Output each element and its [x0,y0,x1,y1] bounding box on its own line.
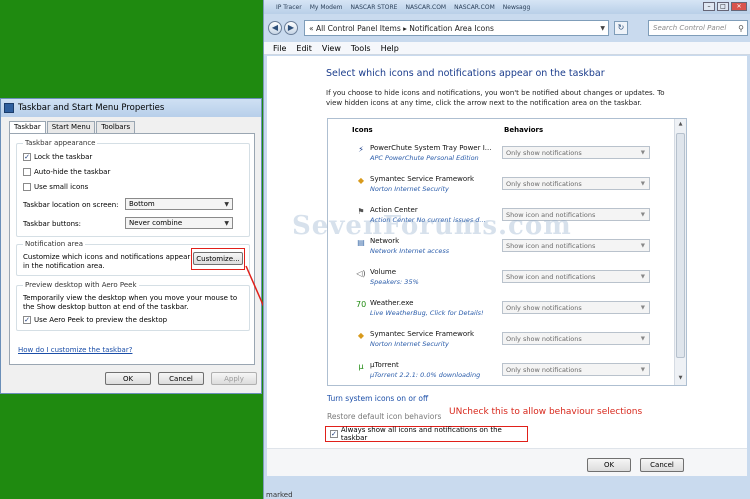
app-icon: ◁) [356,269,366,278]
address-bar[interactable]: « All Control Panel Items ▸ Notification… [304,20,609,36]
status-text: marked [266,491,293,499]
minimize-icon[interactable]: – [703,2,715,11]
maximize-icon[interactable]: □ [717,2,729,11]
behavior-value: Show icon and notifications [506,241,596,250]
browser-tab[interactable]: NASCAR.COM [454,4,495,11]
row-app-subtitle: Live WeatherBug, Click for Details! [370,309,484,317]
row-app-name: Symantec Service Framework [370,175,475,183]
address-text: « All Control Panel Items ▸ Notification… [309,23,494,33]
app-icon: ◆ [357,331,365,340]
row-app-subtitle: µTorrent 2.2.1: 0.0% downloading [370,371,481,379]
chevron-down-icon[interactable]: ▼ [600,25,605,32]
table-row: ◆ Symantec Service Framework Norton Intern… [328,325,674,356]
row-app-name: µTorrent [370,361,399,369]
chevron-down-icon: ▼ [640,304,645,311]
chevron-down-icon: ▼ [640,273,645,280]
refresh-icon[interactable]: ↻ [614,21,628,35]
menu-bar: File Edit View Tools Help [264,42,750,55]
behavior-value: Only show notifications [506,365,582,374]
row-app-name: Volume [370,268,397,276]
browser-tab[interactable]: My Modem [310,4,343,11]
menu-edit[interactable]: Edit [296,44,312,53]
page-description: If you choose to hide icons and notifica… [326,89,665,107]
vertical-scrollbar[interactable]: ▲ ▼ [674,119,686,385]
row-app-subtitle: Norton Internet Security [370,340,449,348]
menu-view[interactable]: View [322,44,341,53]
page-title: Select which icons and notifications app… [326,68,605,79]
row-app-name: Weather.exe [370,299,414,307]
chevron-down-icon: ▼ [640,149,645,156]
row-app-subtitle: APC PowerChute Personal Edition [370,154,479,162]
watermark: SevenForums.com [292,211,572,241]
checkbox-label: Always show all icons and notifications … [340,426,502,442]
menu-help[interactable]: Help [381,44,399,53]
menu-tools[interactable]: Tools [351,44,371,53]
row-app-name: PowerChute System Tray Power I... [370,144,492,152]
browser-tabs-bar: IP Tracer My Modem NASCAR STORE NASCAR.C… [264,0,750,14]
row-app-subtitle: Speakers: 35% [370,278,419,286]
cancel-button[interactable]: Cancel [640,458,684,472]
scroll-down-icon[interactable]: ▼ [676,375,685,385]
scroll-up-icon[interactable]: ▲ [676,121,685,131]
status-strip: marked [264,478,750,499]
behavior-value: Only show notifications [506,303,582,312]
chevron-down-icon: ▼ [640,335,645,342]
app-icon: 70 [356,300,367,309]
scroll-thumb[interactable] [676,133,685,358]
chevron-down-icon: ▼ [640,211,645,218]
app-icon: ◆ [357,176,365,185]
behavior-select[interactable]: Only show notifications ▼ [502,363,650,376]
control-panel-window: IP Tracer My Modem NASCAR STORE NASCAR.C… [263,0,750,499]
back-arrow-icon[interactable]: ◀ [268,21,282,35]
row-app-subtitle: Norton Internet Security [370,185,449,193]
chevron-down-icon: ▼ [640,366,645,373]
ok-button[interactable]: OK [587,458,631,472]
behavior-value: Only show notifications [506,334,582,343]
behavior-value: Only show notifications [506,179,582,188]
behavior-select[interactable]: Only show notifications ▼ [502,146,650,159]
checkmark-icon: ✓ [330,430,338,438]
row-app-subtitle: Network Internet access [370,247,450,255]
browser-tab[interactable]: NASCAR.COM [405,4,446,11]
table-row: µ µTorrent µTorrent 2.2.1: 0.0% downloadin… [328,356,674,385]
browser-tab[interactable]: Newsagg [503,4,531,11]
chevron-down-icon: ▼ [640,180,645,187]
address-bar-row: ◀ ▶ « All Control Panel Items ▸ Notifica… [268,18,748,38]
app-icon: µ [358,362,364,371]
forward-arrow-icon[interactable]: ▶ [284,21,298,35]
table-header: Icons Behaviors [328,119,674,139]
restore-default-link[interactable]: Restore default icon behaviors [327,412,441,421]
column-icons: Icons [352,126,373,134]
close-icon[interactable]: ✕ [731,2,747,11]
search-icon[interactable]: ⚲ [738,24,744,33]
content-area: Select which icons and notifications app… [267,56,747,476]
behavior-value: Show icon and notifications [506,272,596,281]
behavior-select[interactable]: Show icon and notifications ▼ [502,270,650,283]
behavior-select[interactable]: Only show notifications ▼ [502,177,650,190]
button-bar: OK Cancel [267,448,747,476]
menu-file[interactable]: File [273,44,286,53]
browser-tab[interactable]: IP Tracer [276,4,302,11]
row-app-name: Symantec Service Framework [370,330,475,338]
icons-table: Icons Behaviors ⚡ PowerChute System Tray … [327,118,687,386]
behavior-select[interactable]: Only show notifications ▼ [502,332,650,345]
window-controls: – □ ✕ [701,2,747,11]
table-row: 70 Weather.exe Live WeatherBug, Click for … [328,294,674,325]
always-show-checkbox[interactable]: ✓ Always show all icons and notification… [325,426,528,442]
search-input[interactable]: Search Control Panel ⚲ [648,20,748,36]
annotation-text: UNcheck this to allow behaviour selectio… [449,407,643,417]
table-row: ◆ Symantec Service Framework Norton Intern… [328,170,674,201]
table-row: ⚡ PowerChute System Tray Power I... APC Po… [328,139,674,170]
column-behaviors: Behaviors [504,126,544,134]
behavior-select[interactable]: Only show notifications ▼ [502,301,650,314]
behavior-value: Only show notifications [506,148,582,157]
table-row: ◁) Volume Speakers: 35% Show icon and notif… [328,263,674,294]
app-icon: ⚡ [358,145,364,154]
browser-tab[interactable]: NASCAR STORE [351,4,398,11]
turn-system-icons-link[interactable]: Turn system icons on or off [327,394,428,403]
chevron-down-icon: ▼ [640,242,645,249]
search-placeholder: Search Control Panel [653,24,727,32]
